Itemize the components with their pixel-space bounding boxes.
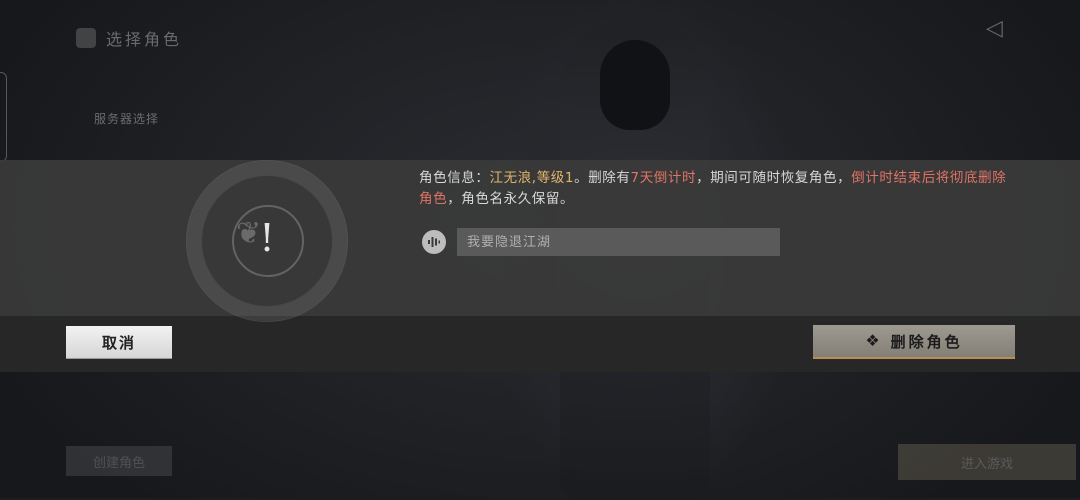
enter-game-button: 进入游戏: [898, 444, 1076, 480]
delete-character-label: 删除角色: [890, 332, 963, 351]
diamond-icon: ❖: [865, 331, 883, 350]
exclamation-icon: !: [259, 216, 275, 260]
cancel-button[interactable]: 取消: [66, 326, 172, 358]
enter-game-label: 进入游戏: [960, 456, 1013, 472]
countdown-text: 7天倒计时: [630, 170, 697, 186]
character-info: 江无浪,等级1: [489, 170, 575, 186]
background-subtitle: 服务器选择: [94, 112, 160, 126]
delete-info-text: 角色信息：江无浪,等级1。删除有7天倒计时，期间可随时恢复角色，倒计时结束后将彻…: [419, 168, 1009, 210]
character-head: [600, 40, 670, 130]
info-text-3: ，角色名永久保留。: [447, 191, 575, 207]
info-prefix: 角色信息：: [419, 170, 490, 186]
info-text-2: ，期间可随时恢复角色，: [696, 170, 852, 186]
info-text-1: 。删除有: [574, 170, 631, 186]
confirm-phrase-input[interactable]: [457, 228, 780, 256]
delete-character-button[interactable]: ❖ 删除角色: [813, 325, 1015, 359]
microphone-icon[interactable]: [422, 230, 446, 254]
side-tab[interactable]: [0, 72, 7, 162]
character-select-icon: [76, 28, 96, 48]
create-character-button: 创建角色: [66, 446, 172, 476]
background-title-label: 选择角色: [106, 30, 183, 49]
back-icon[interactable]: ◁: [986, 16, 1016, 42]
background-title: 选择角色: [76, 26, 182, 50]
